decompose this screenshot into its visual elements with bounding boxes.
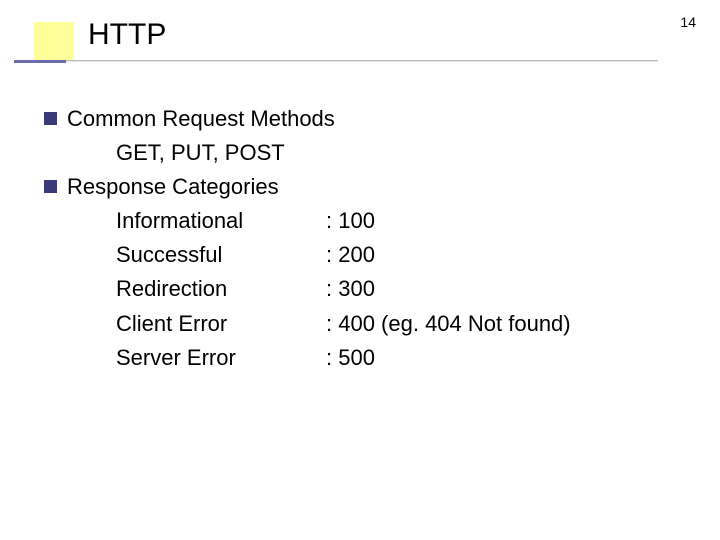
bullet-text: Common Request Methods xyxy=(67,102,335,136)
slide-title: HTTP xyxy=(88,18,166,52)
square-bullet-icon xyxy=(44,112,57,125)
page-number: 14 xyxy=(680,14,696,30)
slide-body: Common Request Methods GET, PUT, POST Re… xyxy=(44,102,684,375)
response-category-row: Redirection : 300 xyxy=(116,272,684,306)
title-accent-bar xyxy=(14,60,66,63)
title-accent-box xyxy=(34,22,74,62)
response-category-code: : 500 xyxy=(326,341,684,375)
response-category-label: Server Error xyxy=(116,341,326,375)
bullet-subtext: GET, PUT, POST xyxy=(116,136,684,170)
response-category-code: : 200 xyxy=(326,238,684,272)
response-category-code: : 100 xyxy=(326,204,684,238)
response-category-code: : 400 (eg. 404 Not found) xyxy=(326,307,684,341)
response-category-label: Client Error xyxy=(116,307,326,341)
title-underline xyxy=(38,60,658,61)
response-category-label: Redirection xyxy=(116,272,326,306)
response-category-label: Successful xyxy=(116,238,326,272)
response-category-row: Informational : 100 xyxy=(116,204,684,238)
square-bullet-icon xyxy=(44,180,57,193)
bullet-text: Response Categories xyxy=(67,170,279,204)
response-category-label: Informational xyxy=(116,204,326,238)
response-category-row: Server Error : 500 xyxy=(116,341,684,375)
response-category-code: : 300 xyxy=(326,272,684,306)
response-category-row: Client Error : 400 (eg. 404 Not found) xyxy=(116,307,684,341)
response-category-row: Successful : 200 xyxy=(116,238,684,272)
bullet-item: Common Request Methods xyxy=(44,102,684,136)
title-block: HTTP xyxy=(20,18,166,52)
bullet-item: Response Categories xyxy=(44,170,684,204)
